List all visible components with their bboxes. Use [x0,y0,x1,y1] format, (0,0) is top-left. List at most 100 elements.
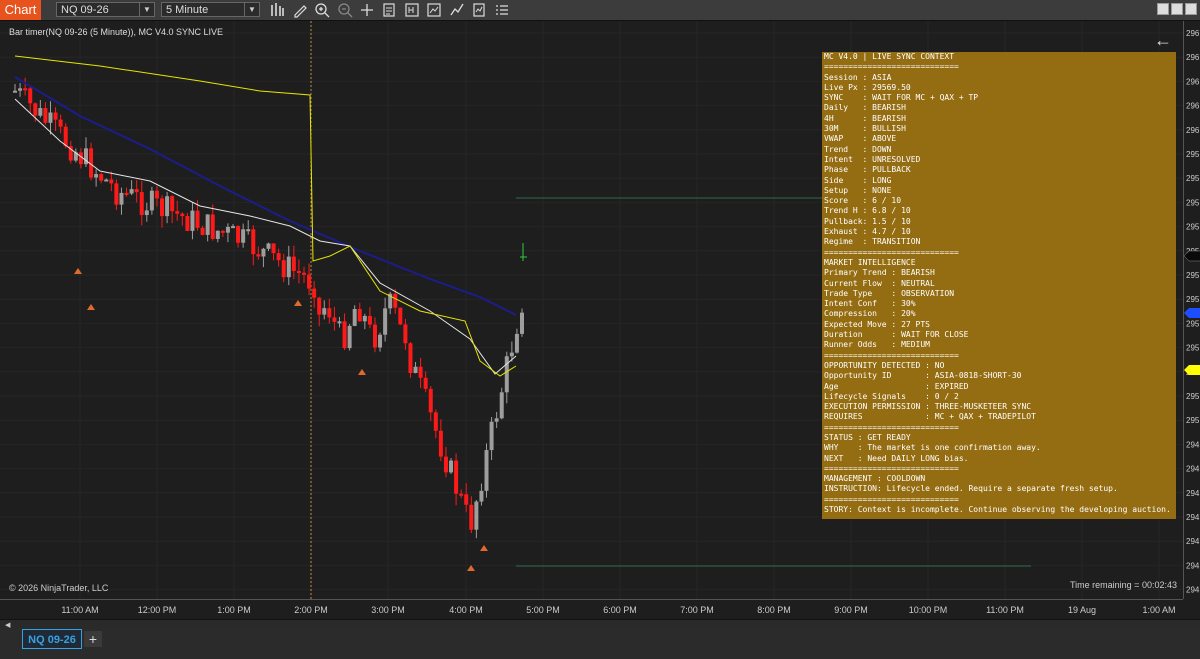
vwap-line [14,55,517,377]
panel-line: MANAGEMENT : COOLDOWN [824,474,926,484]
candle-body [134,189,139,193]
strategy-icon[interactable] [449,2,465,18]
candle-body [225,226,230,233]
copyright-text: © 2026 NinjaTrader, LLC [9,583,109,593]
candle-body [520,312,524,334]
candle-body [479,490,484,502]
candle-body [99,174,104,181]
panel-line: Trend H : 6.8 / 10 [824,206,911,216]
candle-body [119,192,124,205]
candle-body [484,450,489,491]
time-tick-label: 12:00 PM [137,605,177,615]
panel-line: WHY : The market is one confirmation awa… [824,443,1041,453]
candle-body [499,392,504,419]
candle-body [372,324,377,348]
back-arrow-icon[interactable]: ← [1154,31,1172,49]
time-axis[interactable]: 11:00 AM 12:00 PM 1:00 PM 2:00 PM 3:00 PM 4:0… [0,599,1183,619]
time-tick-label: 9:00 PM [834,605,868,615]
panel-line: MARKET INTELLIGENCE [824,257,916,267]
panel-line: Pullback: 1.5 / 10 [824,216,911,226]
price-tick-label: 295 [1186,392,1200,401]
chart-window-label[interactable]: Chart [0,0,41,20]
instrument-selector[interactable]: NQ 09-26 ▼ [56,2,155,17]
candle-body [408,343,413,374]
panel-line: Age : EXPIRED [824,381,969,391]
add-tab-button[interactable]: + [84,631,102,647]
panel-line: Session : ASIA [824,72,892,82]
last-price-marker [1184,308,1200,318]
candle-body [210,214,215,239]
properties-icon[interactable] [426,2,442,18]
panel-line: STATUS : GET READY [824,432,911,442]
zoom-out-icon[interactable] [337,2,353,18]
candle-body [367,315,372,325]
candle-body [504,356,509,393]
candle-body [114,183,119,205]
chevron-down-icon[interactable]: ▼ [244,3,259,16]
indicators-icon[interactable] [471,2,487,18]
panel-line: 30M : BULLISH [824,124,906,134]
candle-body [443,456,448,473]
candle-body [43,108,48,123]
candle-body [28,88,33,104]
candle-body [13,90,17,93]
time-tick-label: 1:00 AM [1142,605,1176,615]
signal-marker [480,545,488,551]
candle-body [322,308,327,315]
price-axis[interactable]: 296 296 296 296 296 295 295 295 295 295 295 295 295 2… [1183,21,1200,599]
price-tick-label: 295 [1186,174,1200,183]
price-tick-label: 294 [1186,513,1200,522]
panel-line: ============================ [824,463,959,473]
candle-body [337,321,342,324]
candle-body [53,112,58,120]
candle-body [393,293,398,308]
draw-tool-icon[interactable] [292,2,308,18]
crosshair-icon[interactable] [359,2,375,18]
fast-moving-average-line [14,98,517,375]
panel-line: EXECUTION PERMISSION : THREE-MUSKETEER S… [824,402,1032,412]
candle-body [271,243,276,254]
template-icon[interactable] [494,2,510,18]
candle-body [23,88,28,91]
candle-body [246,229,251,232]
restore-icon[interactable] [1171,3,1183,15]
candle-body [236,226,241,243]
candle-body [423,377,428,389]
candle-body [433,412,438,431]
candle-body [190,210,195,231]
chevron-down-icon[interactable]: ▼ [139,3,154,16]
candle-body [180,213,185,217]
candle-body [454,460,459,494]
candle-body [276,253,281,261]
candle-body [307,274,312,289]
bar-type-icon[interactable] [269,2,285,18]
zoom-in-icon[interactable] [314,2,330,18]
instrument-selector-value: NQ 09-26 [61,4,109,16]
data-box-icon[interactable] [381,2,397,18]
candle-body [261,248,266,257]
tab-nq-09-26[interactable]: NQ 09-26 [22,629,82,649]
interval-selector-value: 5 Minute [166,4,209,16]
interval-selector[interactable]: 5 Minute ▼ [161,2,260,17]
price-tick-label: 294 [1186,440,1200,449]
candle-body [357,308,362,322]
time-tick-label: 3:00 PM [371,605,405,615]
candle-body [464,494,469,505]
candle-body [413,366,418,374]
panel-line: Current Flow : NEUTRAL [824,278,935,288]
candle-body [378,334,383,348]
candle-body [327,308,332,318]
hot-keys-icon[interactable] [404,2,420,18]
panel-line: Compression : 20% [824,309,916,319]
candle-body [291,256,296,271]
candle-body [165,196,170,217]
panel-line: Live Px : 29569.50 [824,82,911,92]
scroll-left-icon[interactable]: ◀ [5,621,10,629]
panel-line: Daily : BEARISH [824,103,906,113]
minimize-icon[interactable] [1157,3,1169,15]
candle-body [160,198,165,217]
close-icon[interactable] [1185,3,1197,15]
candle-body [149,190,154,211]
panel-line: Opportunity ID : ASIA-0818-SHORT-30 [824,371,1022,381]
price-tick-label: 295 [1186,319,1200,328]
